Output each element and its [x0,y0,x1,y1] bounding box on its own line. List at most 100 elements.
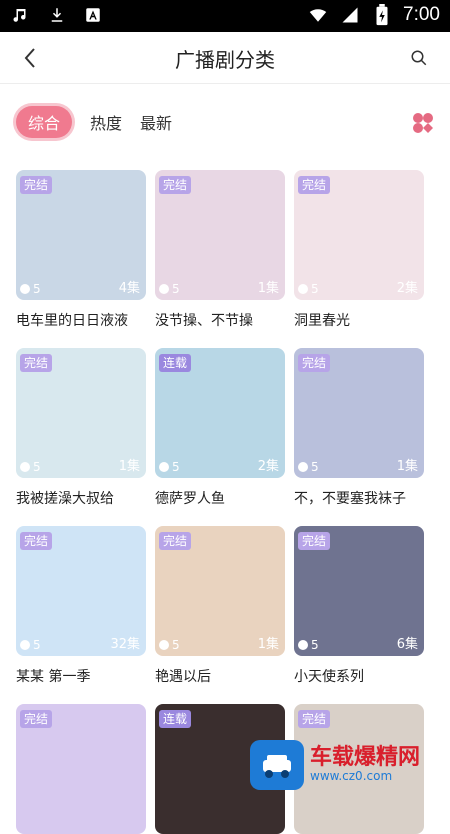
wifi-icon [307,4,329,26]
drama-title: 电车里的日日液液 [16,310,146,330]
sort-tabs: 综合 热度 最新 [16,106,172,138]
grid-filter-icon [412,112,434,134]
watermark: 车载爆精网 www.cz0.com [250,740,442,790]
drama-title: 某某 第一季 [16,666,146,686]
drama-cover: 连载 5 2集 [155,348,285,478]
drama-card[interactable]: 完结 5 1集 我被搓澡大叔给 [16,348,146,508]
rating-icon [159,284,169,294]
rating-value: 5 [33,638,41,652]
rating: 5 [298,460,319,474]
episode-count: 4集 [119,277,140,296]
music-icon [10,4,32,26]
status-badge: 完结 [159,532,191,550]
watermark-text: 车载爆精网 www.cz0.com [310,747,420,783]
rating-value: 5 [33,460,41,474]
tab-comprehensive[interactable]: 综合 [16,106,72,138]
status-badge: 连载 [159,710,191,728]
episode-count: 2集 [397,277,418,296]
drama-title: 没节操、不节操 [155,310,285,330]
status-right: 7:00 [307,4,440,26]
app-bar: 广播剧分类 [0,32,450,84]
drama-cover: 完结 5 1集 [294,348,424,478]
rating-icon [20,284,30,294]
drama-card[interactable]: 完结 [16,704,146,834]
download-icon [46,4,68,26]
drama-card[interactable]: 完结 5 1集 艳遇以后 [155,526,285,686]
signal-icon [339,4,361,26]
rating-value: 5 [172,638,180,652]
rating-value: 5 [172,282,180,296]
rating-value: 5 [311,460,319,474]
rating-icon [20,640,30,650]
notification-icon [82,4,104,26]
episode-count: 6集 [397,633,418,652]
drama-cover: 完结 5 2集 [294,170,424,300]
tab-popularity[interactable]: 热度 [90,110,122,134]
drama-cover: 完结 5 6集 [294,526,424,656]
status-badge: 完结 [298,710,330,728]
rating-icon [159,640,169,650]
drama-title: 小天使系列 [294,666,424,686]
drama-title: 洞里春光 [294,310,424,330]
drama-card[interactable]: 完结 5 32集 某某 第一季 [16,526,146,686]
drama-cover: 完结 5 32集 [16,526,146,656]
search-button[interactable] [406,45,432,71]
watermark-sub: www.cz0.com [310,769,420,783]
drama-cover: 完结 5 1集 [16,348,146,478]
rating-icon [298,462,308,472]
status-badge: 完结 [298,354,330,372]
rating-icon [298,284,308,294]
status-badge: 完结 [159,176,191,194]
drama-cover: 完结 [16,704,146,834]
tab-newest[interactable]: 最新 [140,110,172,134]
drama-title: 艳遇以后 [155,666,285,686]
status-left [10,4,104,26]
status-time: 7:00 [403,4,440,26]
episode-count: 1集 [397,455,418,474]
status-badge: 完结 [20,710,52,728]
drama-cover: 完结 5 1集 [155,170,285,300]
drama-card[interactable]: 完结 5 4集 电车里的日日液液 [16,170,146,330]
episode-count: 1集 [258,277,279,296]
status-bar: 7:00 [0,0,450,32]
car-logo-icon [250,740,304,790]
status-badge: 完结 [298,532,330,550]
rating: 5 [298,638,319,652]
episode-count: 32集 [110,633,140,652]
drama-cover: 完结 5 4集 [16,170,146,300]
drama-card[interactable]: 完结 5 6集 小天使系列 [294,526,424,686]
drama-card[interactable]: 连载 5 2集 德萨罗人鱼 [155,348,285,508]
status-badge: 完结 [20,176,52,194]
rating: 5 [159,460,180,474]
rating-value: 5 [311,638,319,652]
rating: 5 [20,460,41,474]
status-badge: 完结 [20,532,52,550]
drama-title: 我被搓澡大叔给 [16,488,146,508]
battery-icon [371,4,393,26]
rating: 5 [159,638,180,652]
drama-card[interactable]: 完结 5 2集 洞里春光 [294,170,424,330]
rating-value: 5 [172,460,180,474]
rating-icon [20,462,30,472]
filter-button[interactable] [412,112,434,134]
page-title: 广播剧分类 [0,44,450,73]
rating: 5 [298,282,319,296]
episode-count: 1集 [119,455,140,474]
status-badge: 完结 [20,354,52,372]
rating: 5 [20,282,41,296]
status-badge: 连载 [159,354,191,372]
rating: 5 [20,638,41,652]
watermark-main: 车载爆精网 [310,747,420,769]
rating: 5 [159,282,180,296]
drama-card[interactable]: 完结 5 1集 没节操、不节操 [155,170,285,330]
rating-icon [159,462,169,472]
rating-value: 5 [33,282,41,296]
drama-cover: 完结 5 1集 [155,526,285,656]
episode-count: 1集 [258,633,279,652]
drama-title: 不，不要塞我袜子 [294,488,424,508]
episode-count: 2集 [258,455,279,474]
rating-icon [298,640,308,650]
rating-value: 5 [311,282,319,296]
status-badge: 完结 [298,176,330,194]
drama-card[interactable]: 完结 5 1集 不，不要塞我袜子 [294,348,424,508]
